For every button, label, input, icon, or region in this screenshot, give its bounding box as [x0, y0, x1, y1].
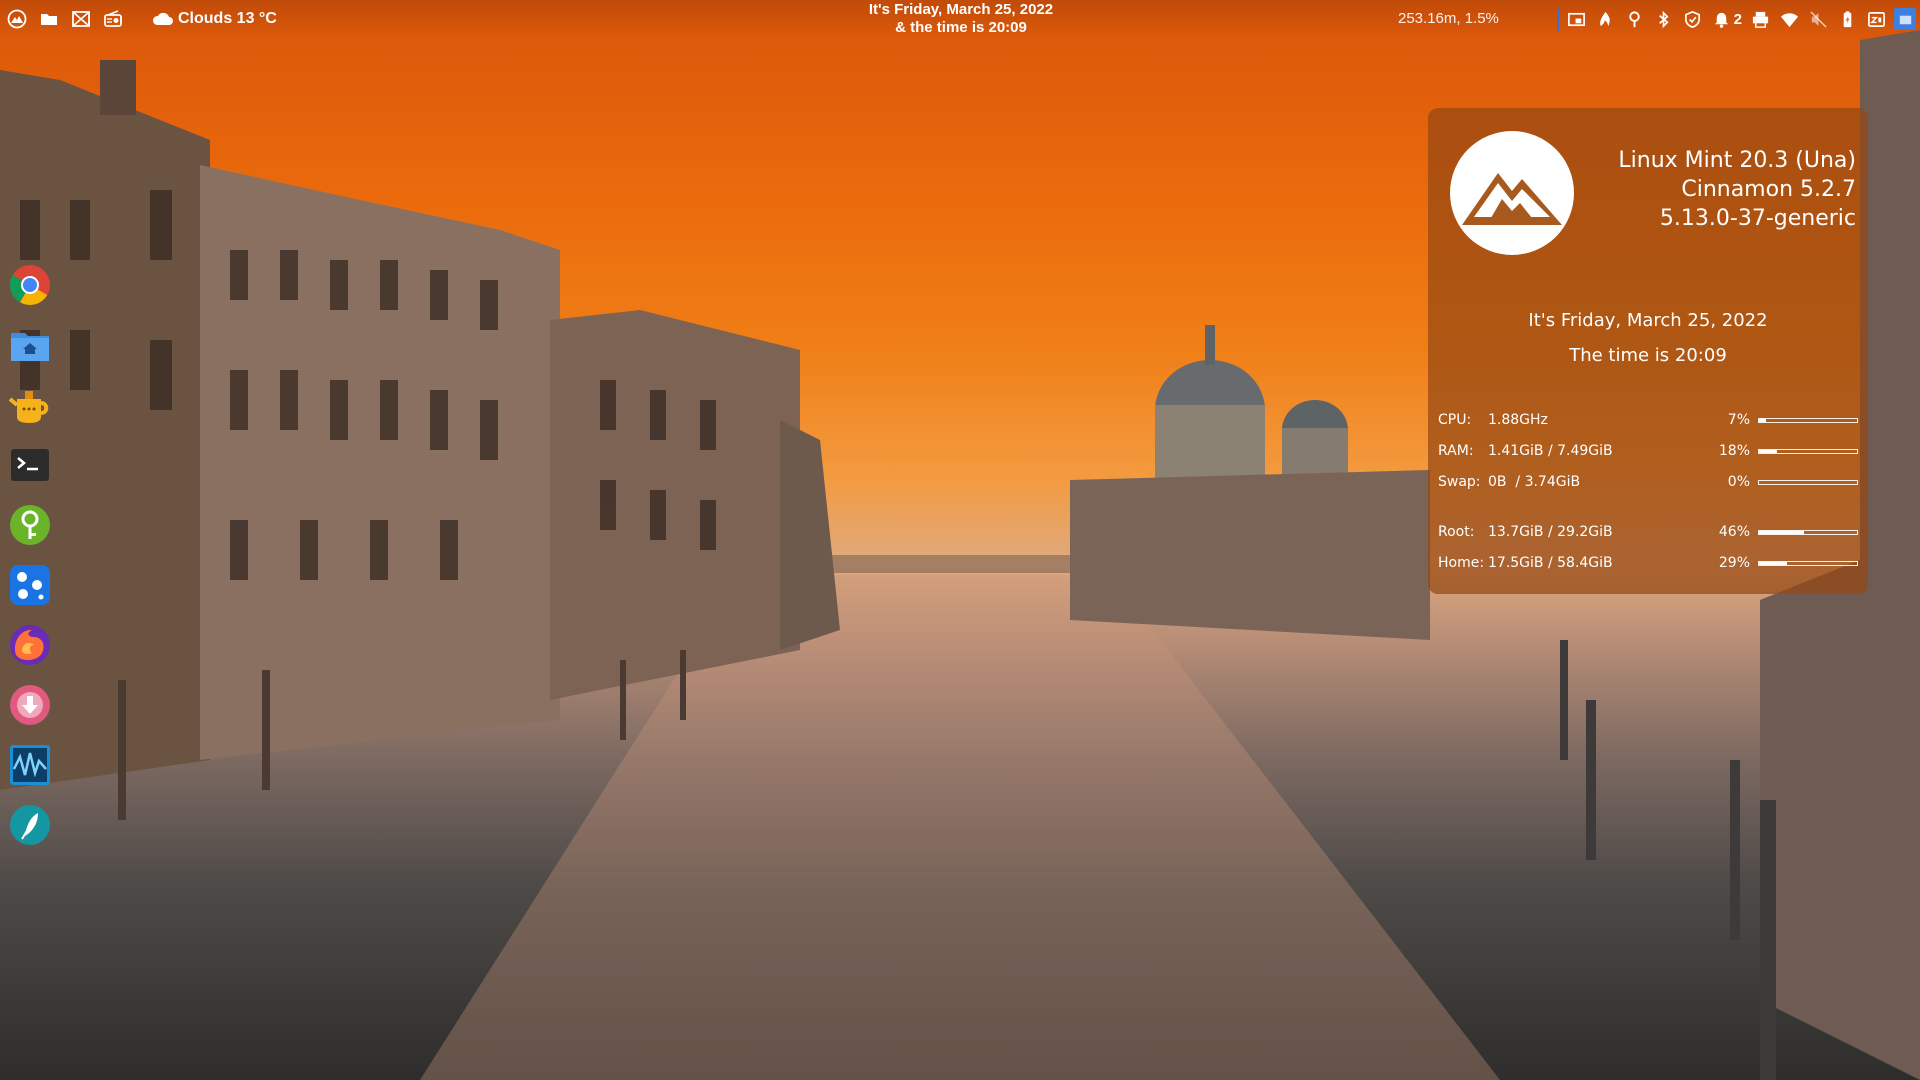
metric-ram: RAM: 1.41GiB / 7.49GiB 18%: [1438, 441, 1858, 461]
conky-time: The time is 20:09: [1569, 345, 1727, 366]
metric-bar: [1758, 480, 1858, 485]
mint-menu-icon[interactable]: [6, 8, 28, 30]
metric-bar-fill: [1759, 562, 1788, 565]
conky-system-monitor: Linux Mint 20.3 (Una) Cinnamon 5.2.7 5.1…: [1428, 108, 1868, 594]
waveform-icon[interactable]: [7, 742, 53, 788]
metric-value: 1.41GiB / 7.49GiB: [1488, 443, 1613, 459]
radio-icon[interactable]: [102, 8, 124, 30]
battery-icon[interactable]: [1836, 8, 1858, 30]
files-icon[interactable]: [38, 8, 60, 30]
keyboard-icon[interactable]: [1865, 8, 1887, 30]
printer-icon[interactable]: [1749, 8, 1771, 30]
screenshot-icon[interactable]: [1566, 8, 1588, 30]
conky-date: It's Friday, March 25, 2022: [1528, 310, 1768, 331]
terminal-icon[interactable]: [7, 442, 53, 488]
metric-percent: 46%: [1718, 524, 1750, 540]
weather-applet[interactable]: Clouds 13 °C: [152, 10, 277, 28]
top-panel: Clouds 13 °C It's Friday, March 25, 2022…: [0, 0, 1920, 38]
distro-name: Linux Mint 20.3 (Una): [1618, 148, 1856, 173]
metric-value: 17.5GiB / 58.4GiB: [1488, 555, 1613, 571]
dots-app-icon[interactable]: [7, 562, 53, 608]
notification-icon[interactable]: [1711, 8, 1733, 30]
metric-value: 0B / 3.74GiB: [1488, 474, 1581, 490]
metric-bar: [1758, 561, 1858, 566]
side-dock: [6, 262, 54, 848]
metric-bar-fill: [1759, 531, 1805, 534]
shield-icon[interactable]: [1682, 8, 1704, 30]
notification-count: 2: [1733, 10, 1742, 28]
metric-label: Home:: [1438, 555, 1485, 571]
desktop-version: Cinnamon 5.2.7: [1681, 177, 1856, 202]
network-stats[interactable]: 253.16m, 1.5%: [1398, 10, 1499, 27]
metric-percent: 18%: [1718, 443, 1750, 459]
metric-percent: 29%: [1718, 555, 1750, 571]
clock-line-1: It's Friday, March 25, 2022: [868, 1, 1054, 18]
clock-line-2: & the time is 20:09: [895, 19, 1027, 36]
metric-percent: 7%: [1727, 412, 1750, 428]
cinnamon-logo-icon: [1450, 131, 1574, 255]
download-icon[interactable]: [7, 682, 53, 728]
metric-cpu: CPU: 1.88GHz 7%: [1438, 410, 1858, 430]
pin-icon[interactable]: [1624, 8, 1646, 30]
pen-app-icon[interactable]: [7, 802, 53, 848]
kernel-version: 5.13.0-37-generic: [1659, 206, 1856, 231]
workspace-icon[interactable]: [1894, 8, 1916, 30]
metric-root: Root: 13.7GiB / 29.2GiB 46%: [1438, 522, 1858, 542]
keepass-icon[interactable]: [7, 502, 53, 548]
distro-info: Linux Mint 20.3 (Una) Cinnamon 5.2.7 5.1…: [1618, 146, 1856, 233]
metric-label: RAM:: [1438, 443, 1474, 459]
metric-label: Swap:: [1438, 474, 1481, 490]
metric-label: CPU:: [1438, 412, 1472, 428]
home-folder-icon[interactable]: [7, 322, 53, 368]
chrome-icon[interactable]: [7, 262, 53, 308]
bluetooth-icon[interactable]: [1653, 8, 1675, 30]
metric-value: 13.7GiB / 29.2GiB: [1488, 524, 1613, 540]
metric-swap: Swap: 0B / 3.74GiB 0%: [1438, 472, 1858, 492]
metric-bar-fill: [1759, 450, 1777, 453]
firefox-icon[interactable]: [7, 622, 53, 668]
mail-icon[interactable]: [70, 8, 92, 30]
teapot-icon[interactable]: [7, 382, 53, 428]
system-tray: 2: [1556, 6, 1916, 32]
metric-home: Home: 17.5GiB / 58.4GiB 29%: [1438, 553, 1858, 573]
tray-separator: [1556, 7, 1559, 31]
metric-bar: [1758, 418, 1858, 423]
metric-bar-fill: [1759, 419, 1766, 422]
mute-icon[interactable]: [1807, 8, 1829, 30]
weather-text: Clouds 13 °C: [178, 10, 277, 27]
panel-launchers: Clouds 13 °C: [0, 0, 277, 38]
wifi-icon[interactable]: [1778, 8, 1800, 30]
metric-value: 1.88GHz: [1488, 412, 1548, 428]
metric-label: Root:: [1438, 524, 1475, 540]
metric-percent: 0%: [1727, 474, 1750, 490]
panel-clock[interactable]: It's Friday, March 25, 2022 & the time i…: [868, 1, 1054, 37]
metric-bar: [1758, 449, 1858, 454]
metric-bar: [1758, 530, 1858, 535]
flame-icon[interactable]: [1595, 8, 1617, 30]
cloud-icon: [152, 12, 173, 25]
